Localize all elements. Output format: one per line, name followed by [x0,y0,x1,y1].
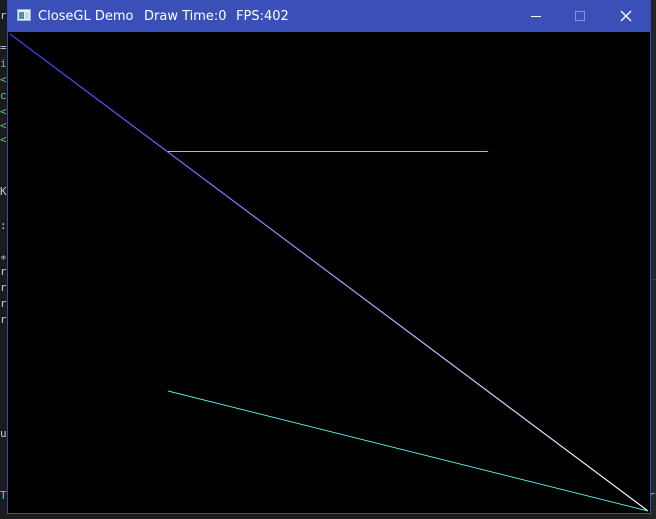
render-canvas[interactable] [8,32,650,513]
close-icon [620,10,632,22]
slanted-cyan-line [167,390,649,512]
maximize-button[interactable] [557,0,603,32]
gl-scene [9,33,649,512]
minimize-icon [531,16,541,17]
editor-fragment: < [0,73,7,86]
diagonal-gradient-line [9,33,649,512]
app-window-icon [17,9,31,21]
editor-fragment: : [0,219,7,232]
editor-fragment: T [0,489,7,502]
editor-fragment: < [0,105,7,118]
fps-readout: FPS:402 [236,9,289,24]
draw-time-readout: Draw Time:0 [144,9,227,24]
closegl-demo-window: CloseGL Demo Draw Time:0 FPS:402 [8,0,650,513]
editor-fragment: = [0,41,7,54]
editor-scrollbar [649,0,656,519]
close-button[interactable] [603,0,649,32]
editor-fragment: < [0,119,7,132]
maximize-icon [575,11,585,21]
minimize-button[interactable] [513,0,559,32]
editor-fragment: < [0,133,7,146]
editor-scroll-rule [649,279,656,280]
editor-fragment: c [0,89,7,102]
editor-fragment: K [0,185,7,198]
window-title: CloseGL Demo [38,9,134,24]
title-bar[interactable]: CloseGL Demo Draw Time:0 FPS:402 [8,0,650,32]
